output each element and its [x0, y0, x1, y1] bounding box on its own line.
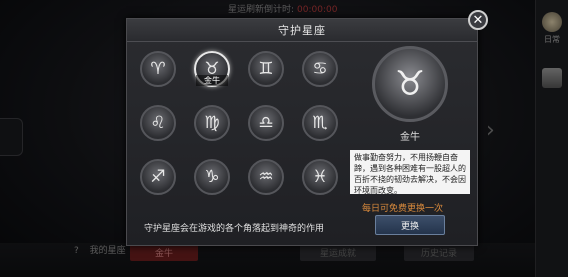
zodiac-gemini-button[interactable]: ♊ [248, 51, 284, 87]
pisces-icon: ♓ [312, 167, 328, 187]
zodiac-pisces-button[interactable]: ♓ [302, 159, 338, 195]
sagittarius-icon: ♐ [150, 167, 166, 187]
aquarius-icon: ♒ [258, 167, 274, 187]
zodiac-scorpio-button[interactable]: ♏ [302, 105, 338, 141]
modal-title: 守护星座 [127, 19, 477, 42]
zodiac-libra-button[interactable]: ♎ [248, 105, 284, 141]
zodiac-virgo-button[interactable]: ♍ [194, 105, 230, 141]
zodiac-grid: ♈ ♉ 金牛 ♊ ♋ ♌ ♍ ♎ ♏ ♐ ♑ ♒ ♓ [140, 51, 340, 195]
free-change-note: 每日可免费更换一次 [362, 204, 444, 214]
gemini-icon: ♊ [258, 59, 274, 79]
cancer-icon: ♋ [312, 59, 328, 79]
zodiac-aries-button[interactable]: ♈ [140, 51, 176, 87]
taurus-icon: ♉ [394, 64, 426, 104]
selected-sign-emblem: ♉ [372, 46, 448, 122]
scorpio-icon: ♏ [312, 113, 328, 133]
zodiac-selected-label: 金牛 [196, 75, 228, 86]
capricorn-icon: ♑ [204, 167, 220, 187]
virgo-icon: ♍ [204, 113, 220, 133]
zodiac-cancer-button[interactable]: ♋ [302, 51, 338, 87]
zodiac-capricorn-button[interactable]: ♑ [194, 159, 230, 195]
zodiac-sagittarius-button[interactable]: ♐ [140, 159, 176, 195]
selected-sign-name: 金牛 [400, 132, 420, 143]
zodiac-leo-button[interactable]: ♌ [140, 105, 176, 141]
close-icon: ✕ [472, 12, 484, 28]
zodiac-taurus-button[interactable]: ♉ 金牛 [194, 51, 230, 87]
zodiac-aquarius-button[interactable]: ♒ [248, 159, 284, 195]
sign-description: 做事勤奋努力，不用扬鞭自奋蹄，遇到各种困难有一股超人的百折不挠的韧劲去解决，不会… [350, 150, 470, 195]
close-button[interactable]: ✕ [468, 10, 488, 30]
leo-icon: ♌ [150, 113, 166, 133]
change-button[interactable]: 更换 [375, 215, 445, 235]
aries-icon: ♈ [150, 59, 166, 79]
guardian-footer-note: 守护星座会在游戏的各个角落起到神奇的作用 [144, 224, 325, 234]
libra-icon: ♎ [258, 113, 274, 133]
